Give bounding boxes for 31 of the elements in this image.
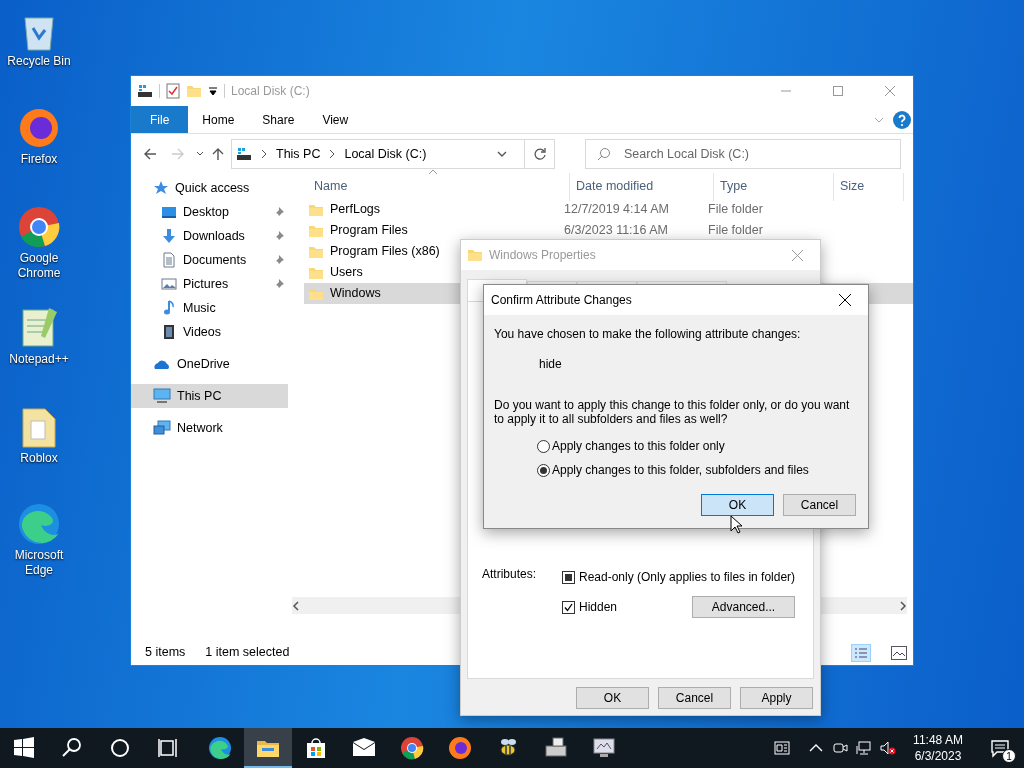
nav-item-label: Desktop xyxy=(183,203,229,221)
dialog-message: You have chosen to make the following attribute changes: xyxy=(494,326,802,343)
file-name: PerfLogs xyxy=(330,201,381,219)
window-title: Local Disk (C:) xyxy=(231,83,310,100)
nav-item-label: Downloads xyxy=(183,227,245,245)
attribute-change: hide xyxy=(539,356,563,373)
nav-item-label: OneDrive xyxy=(177,355,230,373)
clock-time: 11:48 AM xyxy=(913,732,963,748)
nav-item-label: Quick access xyxy=(175,179,250,197)
file-type: File folder xyxy=(708,222,763,240)
nav-item-label: Videos xyxy=(183,323,221,341)
file-date: 12/7/2019 4:14 AM xyxy=(564,201,670,219)
attributes-label: Attributes: xyxy=(482,566,538,583)
dialog-title: Confirm Attribute Changes xyxy=(491,292,632,309)
file-type: File folder xyxy=(708,201,763,219)
file-name: Windows xyxy=(330,285,381,303)
notification-badge: 1 xyxy=(1002,749,1016,763)
clock-date: 6/3/2023 xyxy=(914,748,962,764)
nav-item-label: This PC xyxy=(177,387,222,405)
selection-count: 1 item selected xyxy=(205,644,290,662)
nav-item-label: Documents xyxy=(183,251,247,269)
file-name: Users xyxy=(330,264,363,282)
nav-item-label: Music xyxy=(183,299,216,317)
dialog-question: Do you want to apply this change to this folder only, or do you want to apply it to all subfolders and files as well? xyxy=(494,398,851,426)
file-name: Program Files xyxy=(330,222,408,240)
nav-item-label: Pictures xyxy=(183,275,229,293)
nav-item-label: Network xyxy=(177,419,223,437)
dialog-title: Windows Properties xyxy=(489,247,596,264)
item-count: 5 items xyxy=(145,644,186,662)
file-date: 6/3/2023 11:16 AM xyxy=(564,222,670,240)
file-name: Program Files (x86) xyxy=(330,243,440,261)
